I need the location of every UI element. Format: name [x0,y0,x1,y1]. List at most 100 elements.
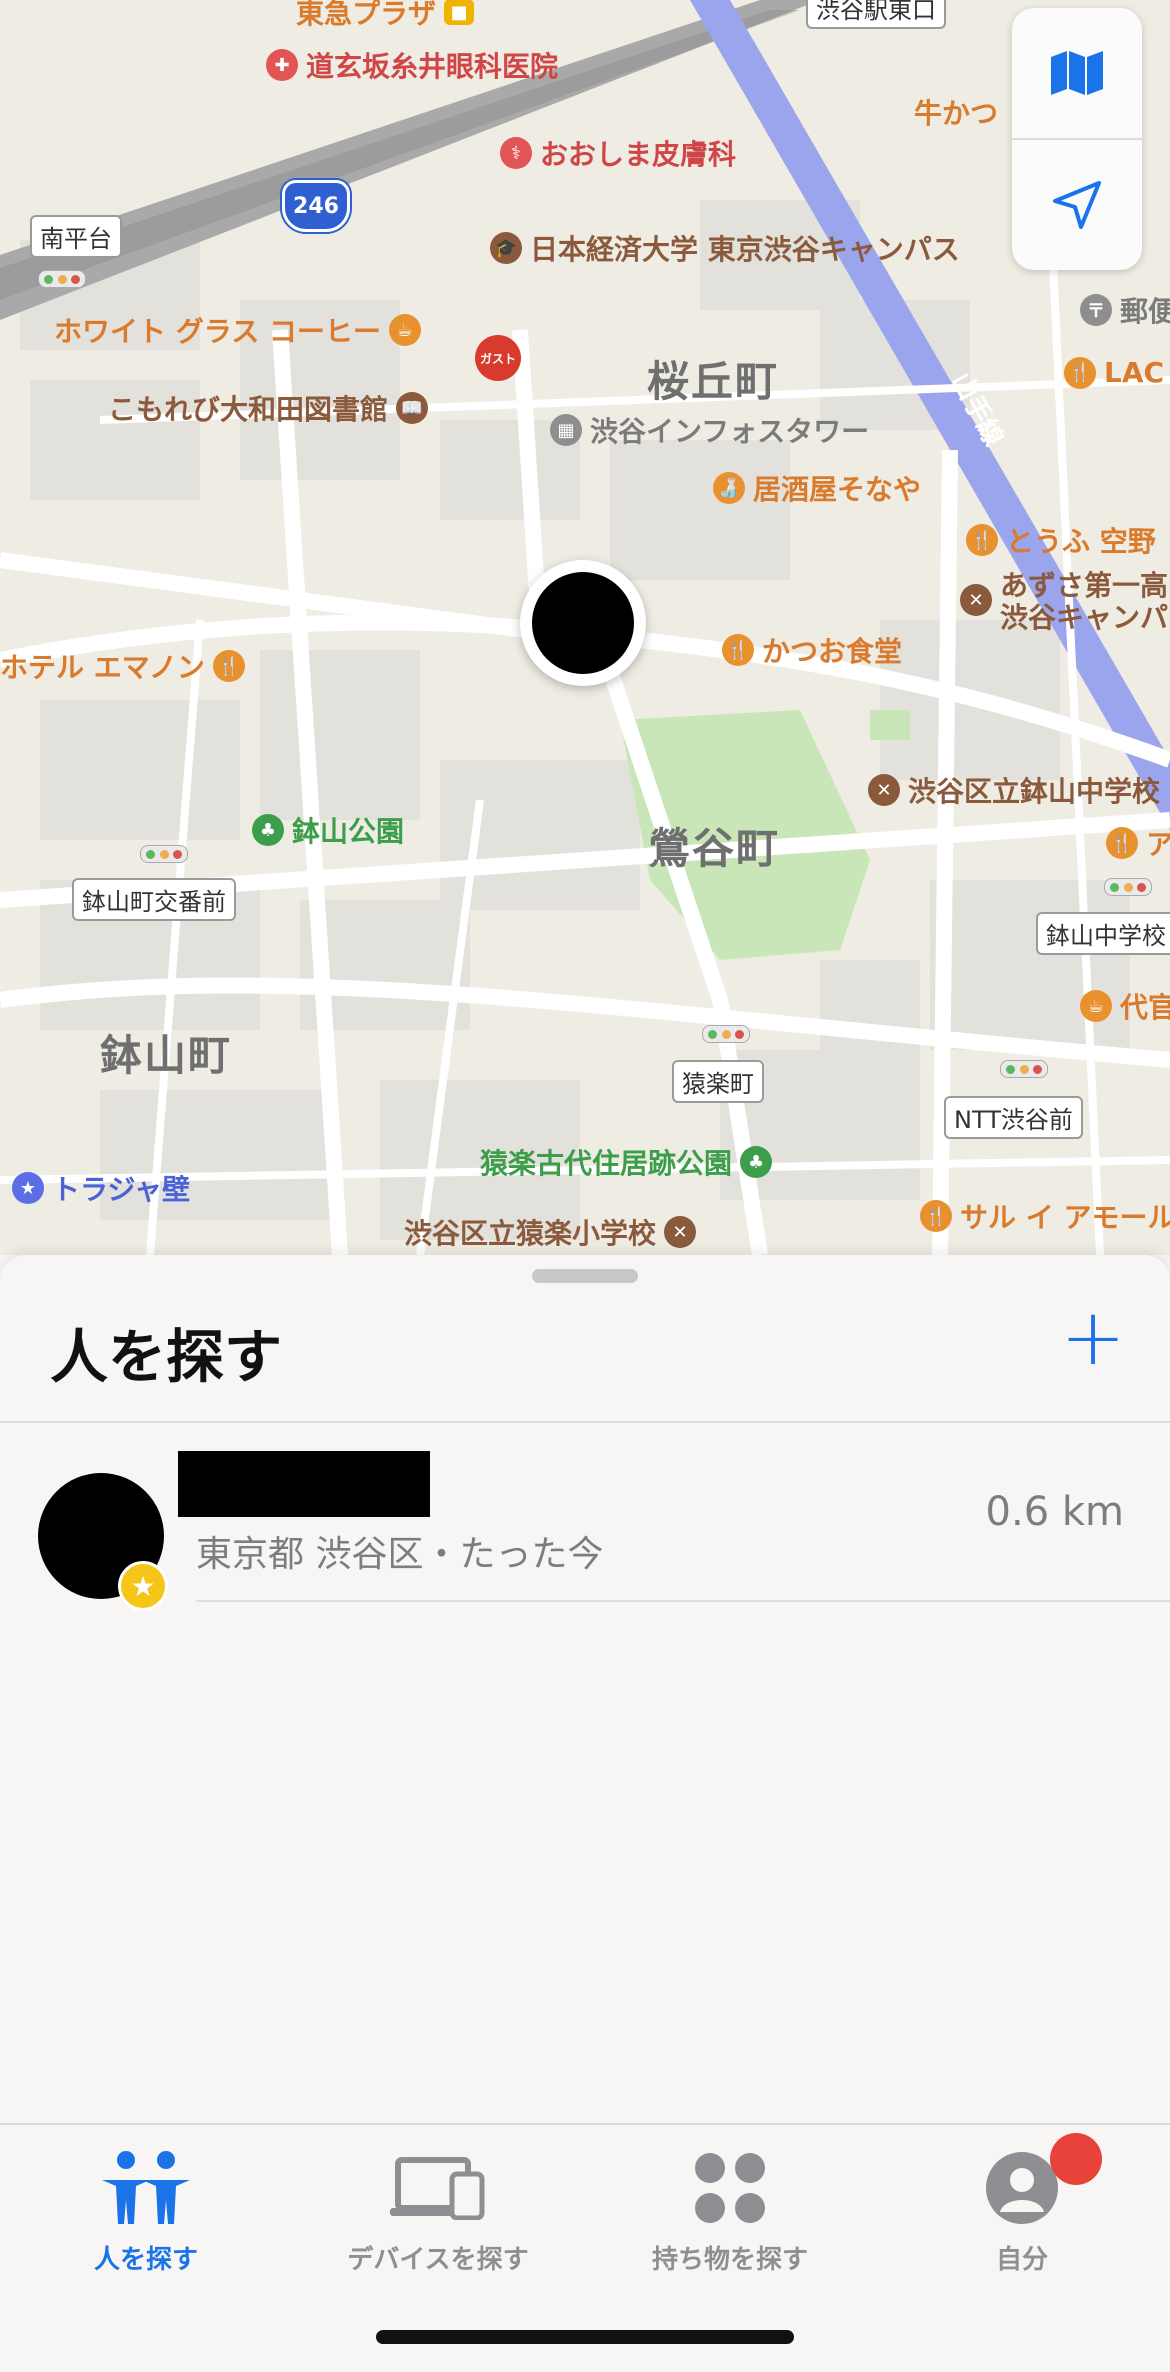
divider [196,1600,1170,1602]
school-icon: ✕ [868,774,900,806]
poi-white-grass[interactable]: ホワイト グラス コーヒー ☕ [54,310,421,350]
tab-items[interactable]: 持ち物を探す [584,2143,876,2276]
poi-lac[interactable]: 🍴 LAC [1064,356,1164,389]
poi-a-trunc[interactable]: 🍴 ア [1106,823,1170,863]
fork-knife-icon: 🍴 [1064,356,1096,389]
poi-info-tower[interactable]: ▦ 渋谷インフォスタワー [550,410,869,450]
tree-icon: ♣ [252,814,284,846]
traffic-light-icon [140,845,188,863]
poi-label: かつお食堂 [762,635,903,668]
home-indicator[interactable] [376,2330,794,2344]
me-icon [986,2152,1058,2224]
route-number: 246 [293,193,339,219]
map-icon [1051,51,1103,95]
poi-katsuo[interactable]: 🍴 かつお食堂 [722,630,902,670]
poi-label: 渋谷キャンパ [1000,601,1169,634]
school-icon: ✕ [960,584,992,616]
poi-library[interactable]: こもれび大和田図書館 📖 [108,388,429,428]
coffee-cup-icon: ☕ [1080,990,1112,1022]
poi-oshima-derm[interactable]: ⚕ おおしま皮膚科 [500,133,736,173]
shopping-bag-icon: ■ [444,0,475,25]
medical-cross-icon: ✚ [266,49,298,81]
poi-label: 渋谷区立猿楽小学校 [404,1217,657,1250]
tree-icon: ♣ [740,1146,773,1178]
poi-tokyu-plaza[interactable]: 東急プラザ ■ [296,0,475,32]
intersection-sign-hachiyama-jhs: 鉢山中学校 [1036,912,1170,955]
stethoscope-icon: ⚕ [500,137,532,169]
poi-university[interactable]: 🎓 日本経済大学 東京渋谷キャンパス [490,228,960,268]
favorite-star-icon: ★ [118,1561,168,1611]
station-exit-sign[interactable]: 渋谷駅東口 [806,0,946,29]
add-person-button[interactable]: + [1058,1299,1128,1377]
post-office-icon: 〒 [1080,294,1112,326]
poi-label: とうふ 空野 [1006,525,1156,558]
traffic-light-icon [38,270,86,288]
poi-sarugaku-es[interactable]: 渋谷区立猿楽小学校 ✕ [404,1212,697,1252]
poi-label: 代官 [1120,991,1170,1024]
poi-post[interactable]: 〒郵便 [1080,290,1170,330]
poi-sarugaku-park[interactable]: 猿楽古代住居跡公園 ♣ [480,1142,773,1182]
fork-knife-icon: 🍴 [722,634,754,666]
poi-torajya[interactable]: ★ トラジャ壁 [12,1168,190,1208]
tab-devices[interactable]: デバイスを探す [292,2143,584,2276]
people-icon [102,2151,190,2224]
traffic-light-icon [702,1025,750,1043]
tab-me[interactable]: 自分 [876,2143,1168,2276]
poi-label: サル イ アモール [960,1201,1170,1234]
poi-label: 東急プラザ [296,0,437,30]
intersection-sign-hachiyama-koban: 鉢山町交番前 [72,878,236,921]
poi-dai[interactable]: ☕ 代官 [1080,986,1170,1026]
poi-azusa[interactable]: ✕ あずさ第一高 渋谷キャンパ [960,570,1168,634]
tab-people[interactable]: 人を探す [0,2143,292,2276]
traffic-light-icon [1104,878,1152,896]
person-distance: 0.6 km [985,1489,1124,1535]
poi-label: 居酒屋そなや [753,473,922,506]
tab-label: 自分 [995,2245,1048,2275]
poi-label: ア [1146,828,1170,861]
poi-label: おおしま皮膚科 [540,138,737,171]
school-icon: ✕ [664,1216,697,1248]
person-list-item[interactable]: ★ 東京都 渋谷区・たった今 0.6 km [0,1423,1170,1611]
gusto-logo: ガスト [479,351,516,366]
coffee-cup-icon: ☕ [388,314,421,346]
avatar [532,572,634,674]
poi-hachiyama-park[interactable]: ♣ 鉢山公園 [252,810,404,850]
poi-label: あずさ第一高 [1000,569,1169,602]
graduation-cap-icon: 🎓 [490,232,522,264]
redacted-name [178,1451,430,1517]
tab-label: デバイスを探す [347,2245,529,2275]
poi-label: 渋谷インフォスタワー [590,415,870,448]
poi-eye-clinic[interactable]: ✚ 道玄坂糸井眼科医院 [266,45,558,85]
poi-label: ホテル エマノン [0,651,205,684]
map-controls [1012,8,1142,270]
poi-hotel[interactable]: ホテル エマノン 🍴 [0,646,245,686]
poi-label: 日本経済大学 東京渋谷キャンパス [530,233,960,266]
poi-gusto[interactable]: ガスト [475,335,521,381]
book-icon: 📖 [396,392,429,424]
map-view[interactable]: 桜丘町 鶯谷町 鉢山町 東急プラザ ■ ✚ 道玄坂糸井眼科医院 ⚕ おおしま皮膚科 🎓… [0,0,1170,1255]
poi-tofu[interactable]: 🍴 とうふ 空野 [966,520,1156,560]
poi-gyukatsu[interactable]: 牛かつ [914,92,998,132]
intersection-sign-minamihira: 南平台 [30,215,122,258]
people-sheet: 人を探す + ★ 東京都 渋谷区・たった今 0.6 km [0,1255,1170,2125]
fork-knife-icon: 🍴 [966,524,998,556]
district-uguisudani: 鶯谷町 [648,824,781,873]
items-icon [695,2153,765,2223]
bottle-icon: 🍶 [713,472,745,504]
fork-knife-icon: 🍴 [212,650,245,682]
poi-label: 牛かつ [914,97,999,130]
poi-sarai[interactable]: 🍴 サル イ アモール [920,1196,1170,1236]
current-location-button[interactable] [1012,140,1142,270]
map-mode-button[interactable] [1012,8,1142,138]
poi-hachiyama-jhs[interactable]: ✕ 渋谷区立鉢山中学校 [868,770,1160,810]
poi-label: こもれび大和田図書館 [108,393,389,426]
fork-knife-icon: 🍴 [1106,827,1138,859]
poi-izakaya[interactable]: 🍶 居酒屋そなや [713,468,921,508]
person-location: 東京都 渋谷区・たった今 [196,1534,604,1575]
poi-label: 猿楽古代住居跡公園 [480,1147,733,1180]
poi-label: トラジャ壁 [52,1173,191,1206]
sheet-grabber[interactable] [532,1269,638,1283]
building-icon: ▦ [550,414,582,446]
intersection-sign-sarugaku: 猿楽町 [672,1060,764,1103]
person-map-marker[interactable] [520,560,646,686]
